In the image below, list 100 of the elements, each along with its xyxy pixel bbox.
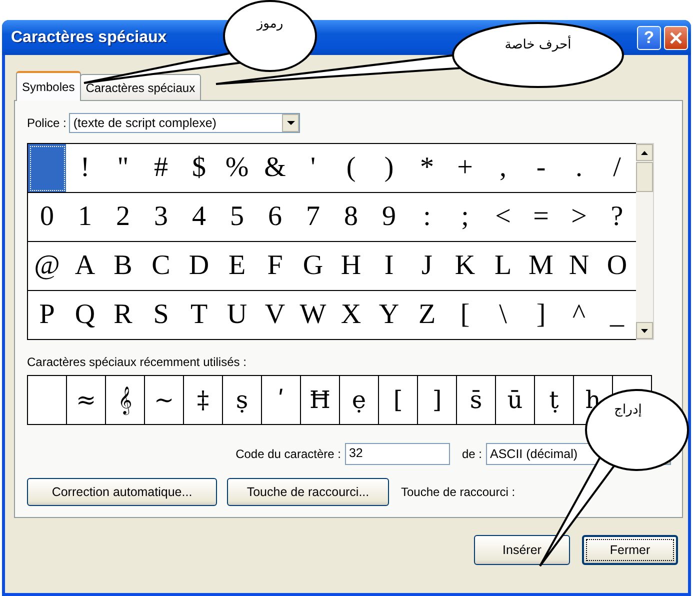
symbol-cell[interactable]: A (66, 242, 105, 291)
recent-char-cell[interactable]: s̄ (457, 376, 496, 425)
shortcut-key-button[interactable]: Touche de raccourci... (227, 478, 389, 506)
symbol-cell[interactable]: 8 (332, 193, 371, 242)
window-title: Caractères spéciaux (10, 28, 167, 46)
symbol-cell[interactable]: > (560, 193, 599, 242)
symbol-cell[interactable] (28, 144, 67, 193)
symbol-cell[interactable]: J (408, 242, 447, 291)
recent-char-cell[interactable]: 𝄞 (106, 376, 145, 425)
symbol-cell[interactable]: U (218, 291, 257, 340)
symbol-cell[interactable]: ] (522, 291, 561, 340)
symbol-cell[interactable]: R (104, 291, 143, 340)
symbol-cell[interactable]: : (408, 193, 447, 242)
symbol-cell[interactable]: ? (598, 193, 637, 242)
symbol-cell[interactable]: ) (370, 144, 409, 193)
symbol-cell[interactable]: ! (66, 144, 105, 193)
symbol-cell[interactable]: D (180, 242, 219, 291)
symbol-cell[interactable]: E (218, 242, 257, 291)
symbol-cell[interactable]: P (28, 291, 67, 340)
symbol-cell[interactable]: + (446, 144, 485, 193)
scroll-up-button[interactable] (636, 144, 653, 161)
symbol-cell[interactable]: 4 (180, 193, 219, 242)
recent-char-cell[interactable]: ~ (145, 376, 184, 425)
symbol-cell[interactable]: M (522, 242, 561, 291)
symbol-cell[interactable]: , (484, 144, 523, 193)
dropdown-arrow-icon (286, 121, 295, 125)
symbol-cell[interactable]: % (218, 144, 257, 193)
symbol-cell[interactable]: 9 (370, 193, 409, 242)
symbol-cell[interactable]: Y (370, 291, 409, 340)
close-button[interactable] (664, 26, 688, 50)
recent-char-cell[interactable]: ] (418, 376, 457, 425)
symbol-cell[interactable]: W (294, 291, 333, 340)
tab[interactable]: Symboles (16, 71, 81, 101)
symbol-cell[interactable]: * (408, 144, 447, 193)
scroll-thumb[interactable] (636, 162, 653, 192)
symbol-cell[interactable]: 2 (104, 193, 143, 242)
recent-char-cell[interactable]: ẹ (340, 376, 379, 425)
symbol-cell[interactable]: = (522, 193, 561, 242)
recent-char-cell[interactable]: ṣ (223, 376, 262, 425)
shortcut-key-label: Touche de raccourci : (401, 485, 516, 499)
symbol-cell[interactable]: # (142, 144, 181, 193)
symbol-cell[interactable]: N (560, 242, 599, 291)
symbol-cell[interactable]: H (332, 242, 371, 291)
symbol-cell[interactable]: C (142, 242, 181, 291)
recent-char-cell[interactable]: [ (379, 376, 418, 425)
symbol-cell[interactable]: G (294, 242, 333, 291)
symbol-cell[interactable]: 7 (294, 193, 333, 242)
recent-char-cell[interactable]: Ħ (301, 376, 340, 425)
symbol-cell[interactable]: O (598, 242, 637, 291)
symbol-cell[interactable]: & (256, 144, 295, 193)
symbol-cell[interactable]: B (104, 242, 143, 291)
symbol-cell[interactable]: ; (446, 193, 485, 242)
symbol-cell[interactable]: X (332, 291, 371, 340)
symbol-cell[interactable]: 1 (66, 193, 105, 242)
close-dialog-button[interactable]: Fermer (582, 535, 678, 565)
tab[interactable]: Caractères spéciaux (80, 74, 202, 100)
char-code-field[interactable]: 32 (344, 443, 450, 465)
symbol-cell[interactable]: < (484, 193, 523, 242)
symbol-cell[interactable]: 0 (28, 193, 67, 242)
symbol-cell[interactable]: [ (446, 291, 485, 340)
insert-button[interactable]: Insérer (474, 535, 570, 565)
callout-text: إدراج (614, 402, 642, 418)
symbol-cell[interactable]: T (180, 291, 219, 340)
autocorrect-button[interactable]: Correction automatique... (27, 478, 217, 506)
symbol-cell[interactable]: . (560, 144, 599, 193)
symbol-cell[interactable]: Q (66, 291, 105, 340)
recent-char-cell[interactable] (28, 376, 67, 425)
recent-char-cell[interactable]: ≈ (67, 376, 106, 425)
symbol-cell[interactable]: V (256, 291, 295, 340)
recent-label: Caractères spéciaux récemment utilisés : (27, 355, 246, 369)
symbol-cell[interactable]: " (104, 144, 143, 193)
symbol-cell[interactable]: F (256, 242, 295, 291)
recent-char-cell[interactable]: ṭ (535, 376, 574, 425)
symbol-cell[interactable]: 3 (142, 193, 181, 242)
font-dropdown[interactable]: (texte de script complexe) (69, 113, 300, 133)
symbol-cell[interactable]: \ (484, 291, 523, 340)
symbol-cell[interactable]: ' (294, 144, 333, 193)
symbol-cell[interactable]: @ (28, 242, 67, 291)
symbol-cell[interactable]: I (370, 242, 409, 291)
symbol-cell[interactable]: _ (598, 291, 637, 340)
symbol-cell[interactable]: $ (180, 144, 219, 193)
recent-char-cell[interactable]: ‡ (184, 376, 223, 425)
recent-char-cell[interactable]: ū (496, 376, 535, 425)
symbol-cell[interactable]: ( (332, 144, 371, 193)
scrollbar[interactable] (636, 143, 654, 340)
symbol-cell[interactable]: 5 (218, 193, 257, 242)
symbol-cell[interactable]: / (598, 144, 637, 193)
symbol-cell[interactable]: - (522, 144, 561, 193)
char-code-label: Code du caractère : (236, 447, 341, 461)
symbol-cell[interactable]: L (484, 242, 523, 291)
symbol-cell[interactable]: ^ (560, 291, 599, 340)
symbol-cell[interactable]: K (446, 242, 485, 291)
scroll-down-button[interactable] (636, 322, 653, 339)
recent-char-cell[interactable]: ʹ (262, 376, 301, 425)
symbol-cell[interactable]: S (142, 291, 181, 340)
symbol-cell[interactable]: 6 (256, 193, 295, 242)
font-label: Police : (27, 116, 66, 130)
symbol-cell[interactable]: Z (408, 291, 447, 340)
close-icon (669, 30, 683, 44)
callout-text: رموز (256, 16, 284, 32)
